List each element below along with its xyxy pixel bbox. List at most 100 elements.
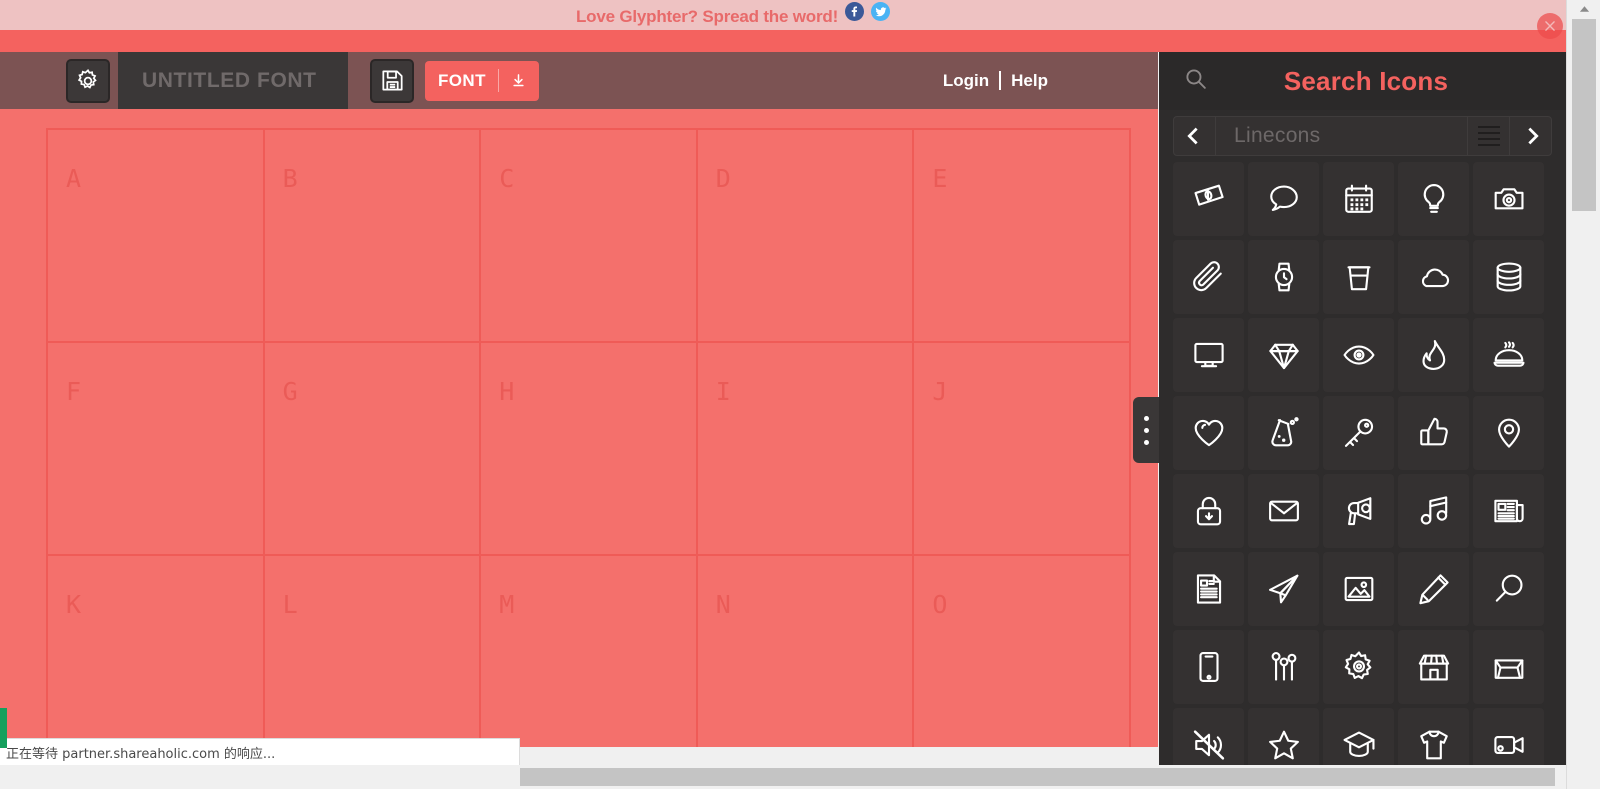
icon-set-name[interactable]: Linecons <box>1216 117 1467 155</box>
desktop-icon <box>1193 342 1224 368</box>
vertical-scroll-thumb[interactable] <box>1572 19 1596 211</box>
glyph-row: A B C D E <box>48 130 1131 343</box>
download-font-button[interactable]: FONT <box>425 60 539 101</box>
photo-icon <box>1344 576 1373 602</box>
glyph-cell-letter: E <box>932 164 948 193</box>
icon-cell[interactable] <box>1398 240 1469 314</box>
previous-set-button[interactable] <box>1174 117 1216 155</box>
panel-resize-handle[interactable] <box>1133 397 1159 463</box>
vertical-scrollbar[interactable] <box>1566 0 1600 789</box>
glyph-cell-h[interactable]: H <box>481 343 698 556</box>
scroll-up-arrow[interactable] <box>1567 0 1600 18</box>
horizontal-scroll-thumb[interactable] <box>520 768 1555 786</box>
icon-cell[interactable] <box>1398 396 1469 470</box>
icon-cell[interactable] <box>1473 630 1544 704</box>
icon-cell[interactable] <box>1473 240 1544 314</box>
glyph-cell-e[interactable]: E <box>914 130 1131 343</box>
glyph-cell-j[interactable]: J <box>914 343 1131 556</box>
icon-cell[interactable] <box>1248 474 1319 548</box>
glyph-canvas: A B C D E F G H I J K L M N O <box>0 109 1158 747</box>
icon-cell[interactable] <box>1323 162 1394 236</box>
icon-cell[interactable] <box>1473 396 1544 470</box>
save-button[interactable] <box>370 58 414 103</box>
icon-cell[interactable] <box>1398 552 1469 626</box>
glyph-cell-g[interactable]: G <box>264 343 482 556</box>
gear-icon <box>77 68 97 89</box>
promo-banner: Love Glyphter? Spread the word! <box>0 0 1566 30</box>
document-icon <box>1196 574 1221 604</box>
icon-cell[interactable] <box>1473 552 1544 626</box>
magnifier-icon <box>1495 574 1523 602</box>
icon-cell[interactable] <box>1473 474 1544 548</box>
icon-cell[interactable] <box>1398 630 1469 704</box>
icon-cell[interactable] <box>1173 474 1244 548</box>
icon-cell[interactable] <box>1173 240 1244 314</box>
glyph-row: F G H I J <box>48 343 1131 556</box>
glyph-cell-d[interactable]: D <box>697 130 915 343</box>
glyph-cell-c[interactable]: C <box>481 130 698 343</box>
icon-cell[interactable] <box>1323 474 1394 548</box>
glyph-cell-i[interactable]: I <box>697 343 915 556</box>
glyph-cell-f[interactable]: F <box>48 343 265 556</box>
page-edge-marker <box>0 708 7 748</box>
icon-cell[interactable] <box>1323 318 1394 392</box>
icon-cell[interactable] <box>1173 630 1244 704</box>
glyph-cell-o[interactable]: O <box>914 556 1131 747</box>
help-link[interactable]: Help <box>1011 71 1048 91</box>
shop-icon <box>1418 654 1449 681</box>
icon-cell[interactable] <box>1173 162 1244 236</box>
glyph-cell-n[interactable]: N <box>698 556 915 747</box>
glyph-cell-m[interactable]: M <box>481 556 698 747</box>
banner-close-button[interactable] <box>1537 13 1563 39</box>
icon-cell[interactable] <box>1398 162 1469 236</box>
font-name-input[interactable]: UNTITLED FONT <box>118 52 348 109</box>
glyph-cell-b[interactable]: B <box>264 130 482 343</box>
icon-cell[interactable] <box>1398 474 1469 548</box>
icon-search-bar[interactable]: Search Icons <box>1159 52 1566 110</box>
icon-cell[interactable] <box>1173 552 1244 626</box>
thumbs-up-icon <box>1419 417 1448 446</box>
download-font-label: FONT <box>438 70 486 90</box>
icon-cell[interactable] <box>1473 318 1544 392</box>
button-separator <box>497 69 499 92</box>
status-text: 正在等待 partner.shareaholic.com 的响应... <box>6 746 276 762</box>
chevron-left-icon <box>1186 127 1198 145</box>
glyph-cell-letter: B <box>282 164 298 193</box>
glyph-cell-letter: J <box>932 377 948 406</box>
icon-cell[interactable] <box>1173 396 1244 470</box>
fire-icon <box>1421 340 1445 370</box>
heart-icon <box>1194 419 1223 447</box>
icon-cell[interactable] <box>1248 240 1319 314</box>
glyph-cell-l[interactable]: L <box>265 556 482 747</box>
icon-cell[interactable] <box>1248 318 1319 392</box>
icon-cell[interactable] <box>1323 552 1394 626</box>
login-link[interactable]: Login <box>943 71 989 91</box>
icon-cell[interactable] <box>1173 318 1244 392</box>
icon-cell[interactable] <box>1473 162 1544 236</box>
icon-cell[interactable] <box>1248 552 1319 626</box>
coffee-cup-icon <box>1346 266 1371 291</box>
icon-cell[interactable] <box>1323 630 1394 704</box>
icon-cell[interactable] <box>1248 630 1319 704</box>
next-set-button[interactable] <box>1509 117 1551 155</box>
food-icon <box>1492 341 1525 367</box>
main-toolbar: UNTITLED FONT FONT Login Help <box>0 52 1158 109</box>
watch-icon <box>1274 262 1293 292</box>
icon-cell[interactable] <box>1248 396 1319 470</box>
glyph-cell-k[interactable]: K <box>48 556 265 747</box>
horizontal-scrollbar[interactable] <box>0 765 1566 789</box>
glyph-cell-letter: L <box>282 590 298 619</box>
icon-cell[interactable] <box>1323 396 1394 470</box>
icon-cell[interactable] <box>1248 162 1319 236</box>
settings-button[interactable] <box>66 58 110 103</box>
facebook-icon[interactable] <box>845 2 865 21</box>
glyph-cell-letter: H <box>499 377 515 406</box>
glyph-cell-letter: A <box>66 164 82 193</box>
icon-cell[interactable] <box>1323 240 1394 314</box>
icon-set-list-button[interactable] <box>1467 117 1509 155</box>
twitter-icon[interactable] <box>871 2 891 21</box>
lock-icon <box>1196 496 1221 526</box>
icon-cell[interactable] <box>1398 318 1469 392</box>
comment-icon <box>1269 185 1298 211</box>
glyph-cell-a[interactable]: A <box>48 130 265 343</box>
